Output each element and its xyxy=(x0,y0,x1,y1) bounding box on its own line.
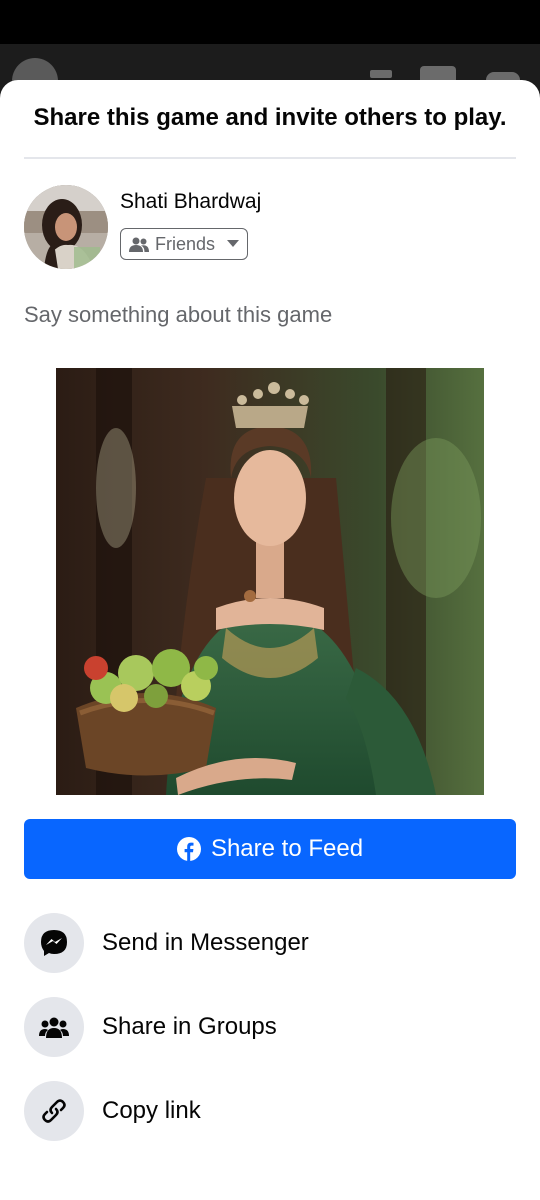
option-label: Share in Groups xyxy=(102,1013,277,1040)
sheet-title: Share this game and invite others to pla… xyxy=(33,104,507,131)
share-message-input[interactable] xyxy=(24,302,516,328)
game-preview-image xyxy=(56,368,484,795)
divider xyxy=(24,157,516,159)
share-to-feed-button[interactable]: Share to Feed xyxy=(24,819,516,879)
chevron-down-icon xyxy=(227,240,240,247)
avatar xyxy=(24,185,108,269)
menu-icon xyxy=(370,70,392,78)
user-name: Shati Bhardwaj xyxy=(120,190,262,213)
audience-label: Friends xyxy=(155,233,216,254)
messenger-icon-circle xyxy=(24,913,84,973)
option-label: Send in Messenger xyxy=(102,929,309,956)
status-bar xyxy=(0,0,540,44)
link-icon xyxy=(42,1099,66,1123)
facebook-icon xyxy=(176,837,201,861)
groups-icon xyxy=(39,1017,69,1038)
share-to-feed-label: Share to Feed xyxy=(210,835,364,862)
groups-icon-circle xyxy=(24,997,84,1057)
option-label: Copy link xyxy=(102,1097,201,1124)
messenger-icon xyxy=(41,930,67,956)
share-sheet: Share this game and invite others to pla… xyxy=(0,80,540,1200)
copy-link-option[interactable]: Copy link xyxy=(24,1081,516,1141)
link-icon-circle xyxy=(24,1081,84,1141)
friends-icon xyxy=(129,237,149,252)
share-in-groups-option[interactable]: Share in Groups xyxy=(24,997,516,1057)
audience-selector-button[interactable]: Friends xyxy=(120,228,248,260)
send-in-messenger-option[interactable]: Send in Messenger xyxy=(24,913,516,973)
